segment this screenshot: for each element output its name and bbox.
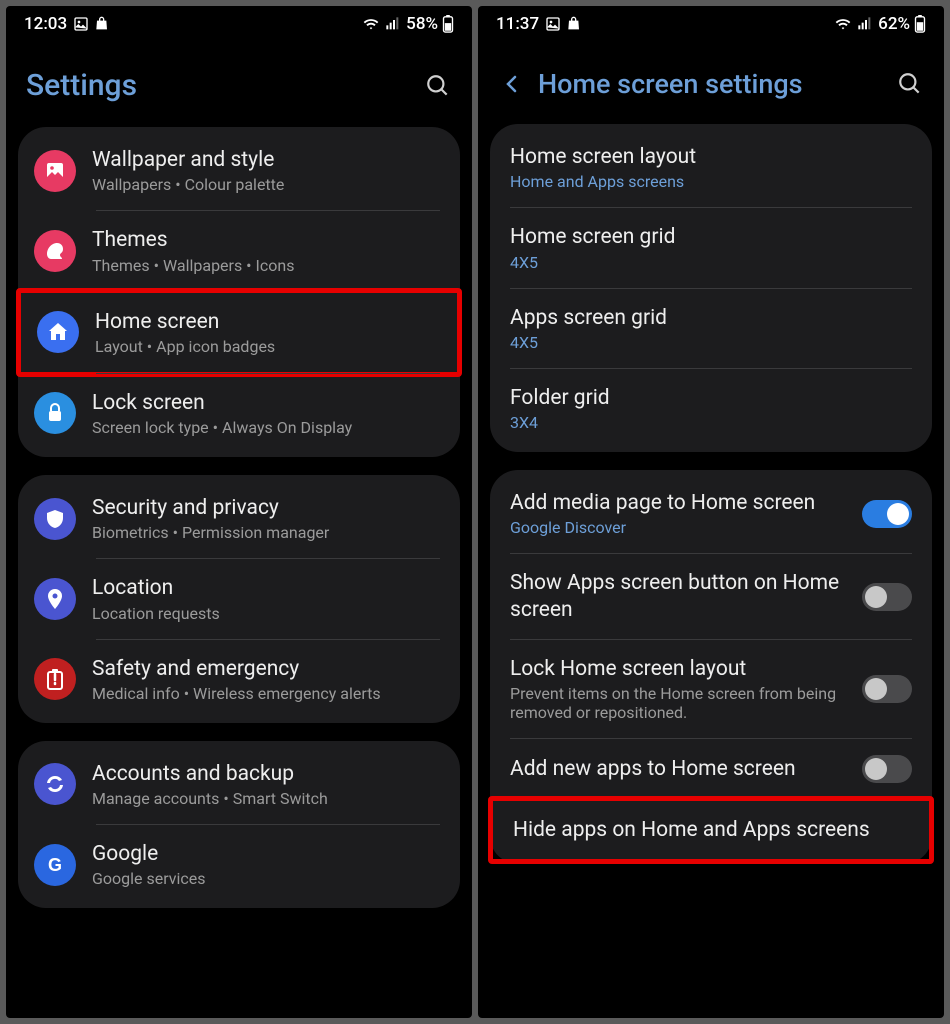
highlight-annotation: Home screen Layout • App icon badges: [16, 288, 462, 377]
home-icon: [37, 311, 79, 353]
settings-screen: 12:03 58% Settings Wallpaper and styleWa…: [6, 6, 472, 1018]
item-title: Home screen: [95, 309, 437, 335]
item-title: Folder grid: [510, 385, 912, 411]
settings-item-lock-home-screen-layout[interactable]: Lock Home screen layoutPrevent items on …: [490, 640, 932, 738]
settings-item-lock[interactable]: Lock screen Screen lock type • Always On …: [18, 374, 460, 453]
item-title: Security and privacy: [92, 495, 440, 521]
battery-text: 58%: [406, 14, 438, 34]
settings-item-home-screen-grid[interactable]: Home screen grid 4X5: [490, 208, 932, 287]
item-subtitle: Biometrics • Permission manager: [92, 523, 440, 542]
bag-icon: [95, 16, 111, 32]
bag-icon: [567, 16, 583, 32]
item-title: Home screen layout: [510, 144, 912, 170]
status-time: 12:03: [24, 14, 67, 34]
status-time: 11:37: [496, 14, 539, 34]
settings-group: Add media page to Home screen Google Disc…: [490, 470, 932, 864]
image-icon: [545, 16, 561, 32]
item-subtitle: Screen lock type • Always On Display: [92, 418, 440, 437]
item-subtitle: 4X5: [510, 333, 912, 352]
home-screen-settings-screen: 11:37 62% Home screen settings Home scre…: [478, 6, 944, 1018]
item-title: Accounts and backup: [92, 761, 440, 787]
item-subtitle: Google Discover: [510, 518, 862, 537]
status-bar: 11:37 62%: [478, 6, 944, 38]
signal-icon: [856, 16, 874, 32]
toggle-switch[interactable]: [862, 755, 912, 783]
item-title: Safety and emergency: [92, 656, 440, 682]
settings-item-hide-apps-on-home-and-apps-screens[interactable]: Hide apps on Home and Apps screens: [493, 801, 929, 859]
header: Home screen settings: [478, 38, 944, 124]
back-button[interactable]: [498, 70, 526, 98]
item-title: Add media page to Home screen: [510, 490, 862, 516]
svg-text:G: G: [48, 855, 62, 875]
item-title: Location: [92, 575, 440, 601]
item-subtitle: Themes • Wallpapers • Icons: [92, 256, 440, 275]
item-subtitle: 4X5: [510, 253, 912, 272]
brush-icon: [34, 230, 76, 272]
wifi-icon: [834, 16, 852, 32]
image-icon: [34, 150, 76, 192]
status-bar: 12:03 58%: [6, 6, 472, 38]
battery-text: 62%: [878, 14, 910, 34]
item-subtitle: 3X4: [510, 413, 912, 432]
item-title: Show Apps screen button on Home screen: [510, 570, 862, 623]
item-subtitle: Home and Apps screens: [510, 172, 912, 191]
settings-item-show-apps-screen-button-on-home-screen[interactable]: Show Apps screen button on Home screen: [490, 554, 932, 639]
image-icon: [73, 16, 89, 32]
alert-icon: [34, 658, 76, 700]
shield-icon: [34, 498, 76, 540]
settings-group: Accounts and backup Manage accounts • Sma…: [18, 741, 460, 909]
settings-item-add-new-apps-to-home-screen[interactable]: Add new apps to Home screen: [490, 739, 932, 799]
highlight-annotation: Hide apps on Home and Apps screens: [488, 796, 934, 864]
page-title: Home screen settings: [538, 68, 884, 100]
settings-item-wallpaper[interactable]: Wallpaper and style Wallpapers • Colour p…: [18, 131, 460, 210]
battery-icon: [914, 15, 926, 33]
settings-item-apps-screen-grid[interactable]: Apps screen grid 4X5: [490, 289, 932, 368]
item-subtitle: Wallpapers • Colour palette: [92, 175, 440, 194]
settings-item-folder-grid[interactable]: Folder grid 3X4: [490, 369, 932, 448]
battery-icon: [442, 15, 454, 33]
settings-group: Security and privacy Biometrics • Permiss…: [18, 475, 460, 723]
item-title: Add new apps to Home screen: [510, 756, 862, 782]
settings-group: Wallpaper and style Wallpapers • Colour p…: [18, 127, 460, 457]
toggle-switch[interactable]: [862, 583, 912, 611]
search-button[interactable]: [896, 70, 924, 98]
settings-group: Home screen layoutHome and Apps screensH…: [490, 124, 932, 452]
item-subtitle: Layout • App icon badges: [95, 337, 437, 356]
toggle-switch[interactable]: [862, 500, 912, 528]
lock-icon: [34, 392, 76, 434]
signal-icon: [384, 16, 402, 32]
google-icon: G: [34, 844, 76, 886]
item-subtitle: Location requests: [92, 604, 440, 623]
item-title: Lock screen: [92, 390, 440, 416]
wifi-icon: [362, 16, 380, 32]
item-subtitle: Prevent items on the Home screen from be…: [510, 684, 862, 722]
item-title: Lock Home screen layout: [510, 656, 862, 682]
pin-icon: [34, 578, 76, 620]
settings-item-themes[interactable]: Themes Themes • Wallpapers • Icons: [18, 211, 460, 290]
item-title: Hide apps on Home and Apps screens: [513, 817, 909, 843]
settings-item-sync[interactable]: Accounts and backup Manage accounts • Sma…: [18, 745, 460, 824]
header: Settings: [6, 38, 472, 127]
item-title: Themes: [92, 227, 440, 253]
item-title: Google: [92, 841, 440, 867]
settings-item-google[interactable]: G Google Google services: [18, 825, 460, 904]
item-subtitle: Medical info • Wireless emergency alerts: [92, 684, 440, 703]
settings-item-shield[interactable]: Security and privacy Biometrics • Permiss…: [18, 479, 460, 558]
page-title: Settings: [26, 68, 412, 103]
item-subtitle: Manage accounts • Smart Switch: [92, 789, 440, 808]
search-button[interactable]: [424, 72, 452, 100]
settings-item-home-screen-layout[interactable]: Home screen layout Home and Apps screens: [490, 128, 932, 207]
sync-icon: [34, 763, 76, 805]
settings-item-home[interactable]: Home screen Layout • App icon badges: [21, 293, 457, 372]
item-subtitle: Google services: [92, 869, 440, 888]
toggle-switch[interactable]: [862, 675, 912, 703]
settings-item-emergency[interactable]: Safety and emergency Medical info • Wirel…: [18, 640, 460, 719]
item-title: Apps screen grid: [510, 305, 912, 331]
settings-item-add-media-page-to-home-screen[interactable]: Add media page to Home screen Google Disc…: [490, 474, 932, 553]
item-title: Wallpaper and style: [92, 147, 440, 173]
settings-item-location[interactable]: Location Location requests: [18, 559, 460, 638]
item-title: Home screen grid: [510, 224, 912, 250]
